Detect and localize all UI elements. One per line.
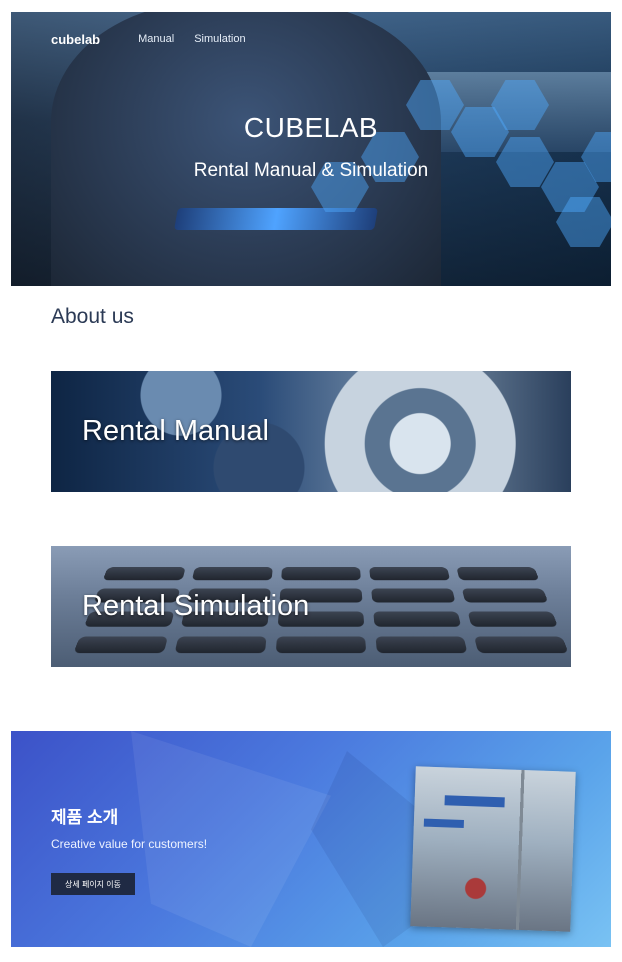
hero-banner: cubelab Manual Simulation CUBELAB Rental… — [11, 12, 611, 286]
product-intro-text: Creative value for customers! — [51, 837, 208, 851]
nav-link-simulation[interactable]: Simulation — [194, 33, 245, 45]
product-photo — [410, 766, 576, 932]
rental-simulation-card[interactable]: Rental Simulation — [51, 546, 571, 667]
hero-title: CUBELAB — [243, 112, 379, 143]
about-heading: About us — [51, 305, 134, 328]
rental-manual-card[interactable]: Rental Manual — [51, 371, 571, 492]
nav-link-manual[interactable]: Manual — [138, 33, 174, 45]
product-intro-title: 제품 소개 — [51, 808, 119, 827]
hero-subtitle: Rental Manual & Simulation — [193, 160, 429, 181]
rental-simulation-label: Rental Simulation — [82, 590, 310, 622]
logo[interactable]: cubelab — [51, 32, 100, 47]
rental-manual-label: Rental Manual — [82, 415, 269, 447]
product-intro-section: 제품 소개 Creative value for customers! 상세 페… — [11, 731, 611, 947]
top-nav: cubelab Manual Simulation — [51, 29, 246, 49]
detail-page-button[interactable]: 상세 페이지 이동 — [51, 873, 135, 895]
